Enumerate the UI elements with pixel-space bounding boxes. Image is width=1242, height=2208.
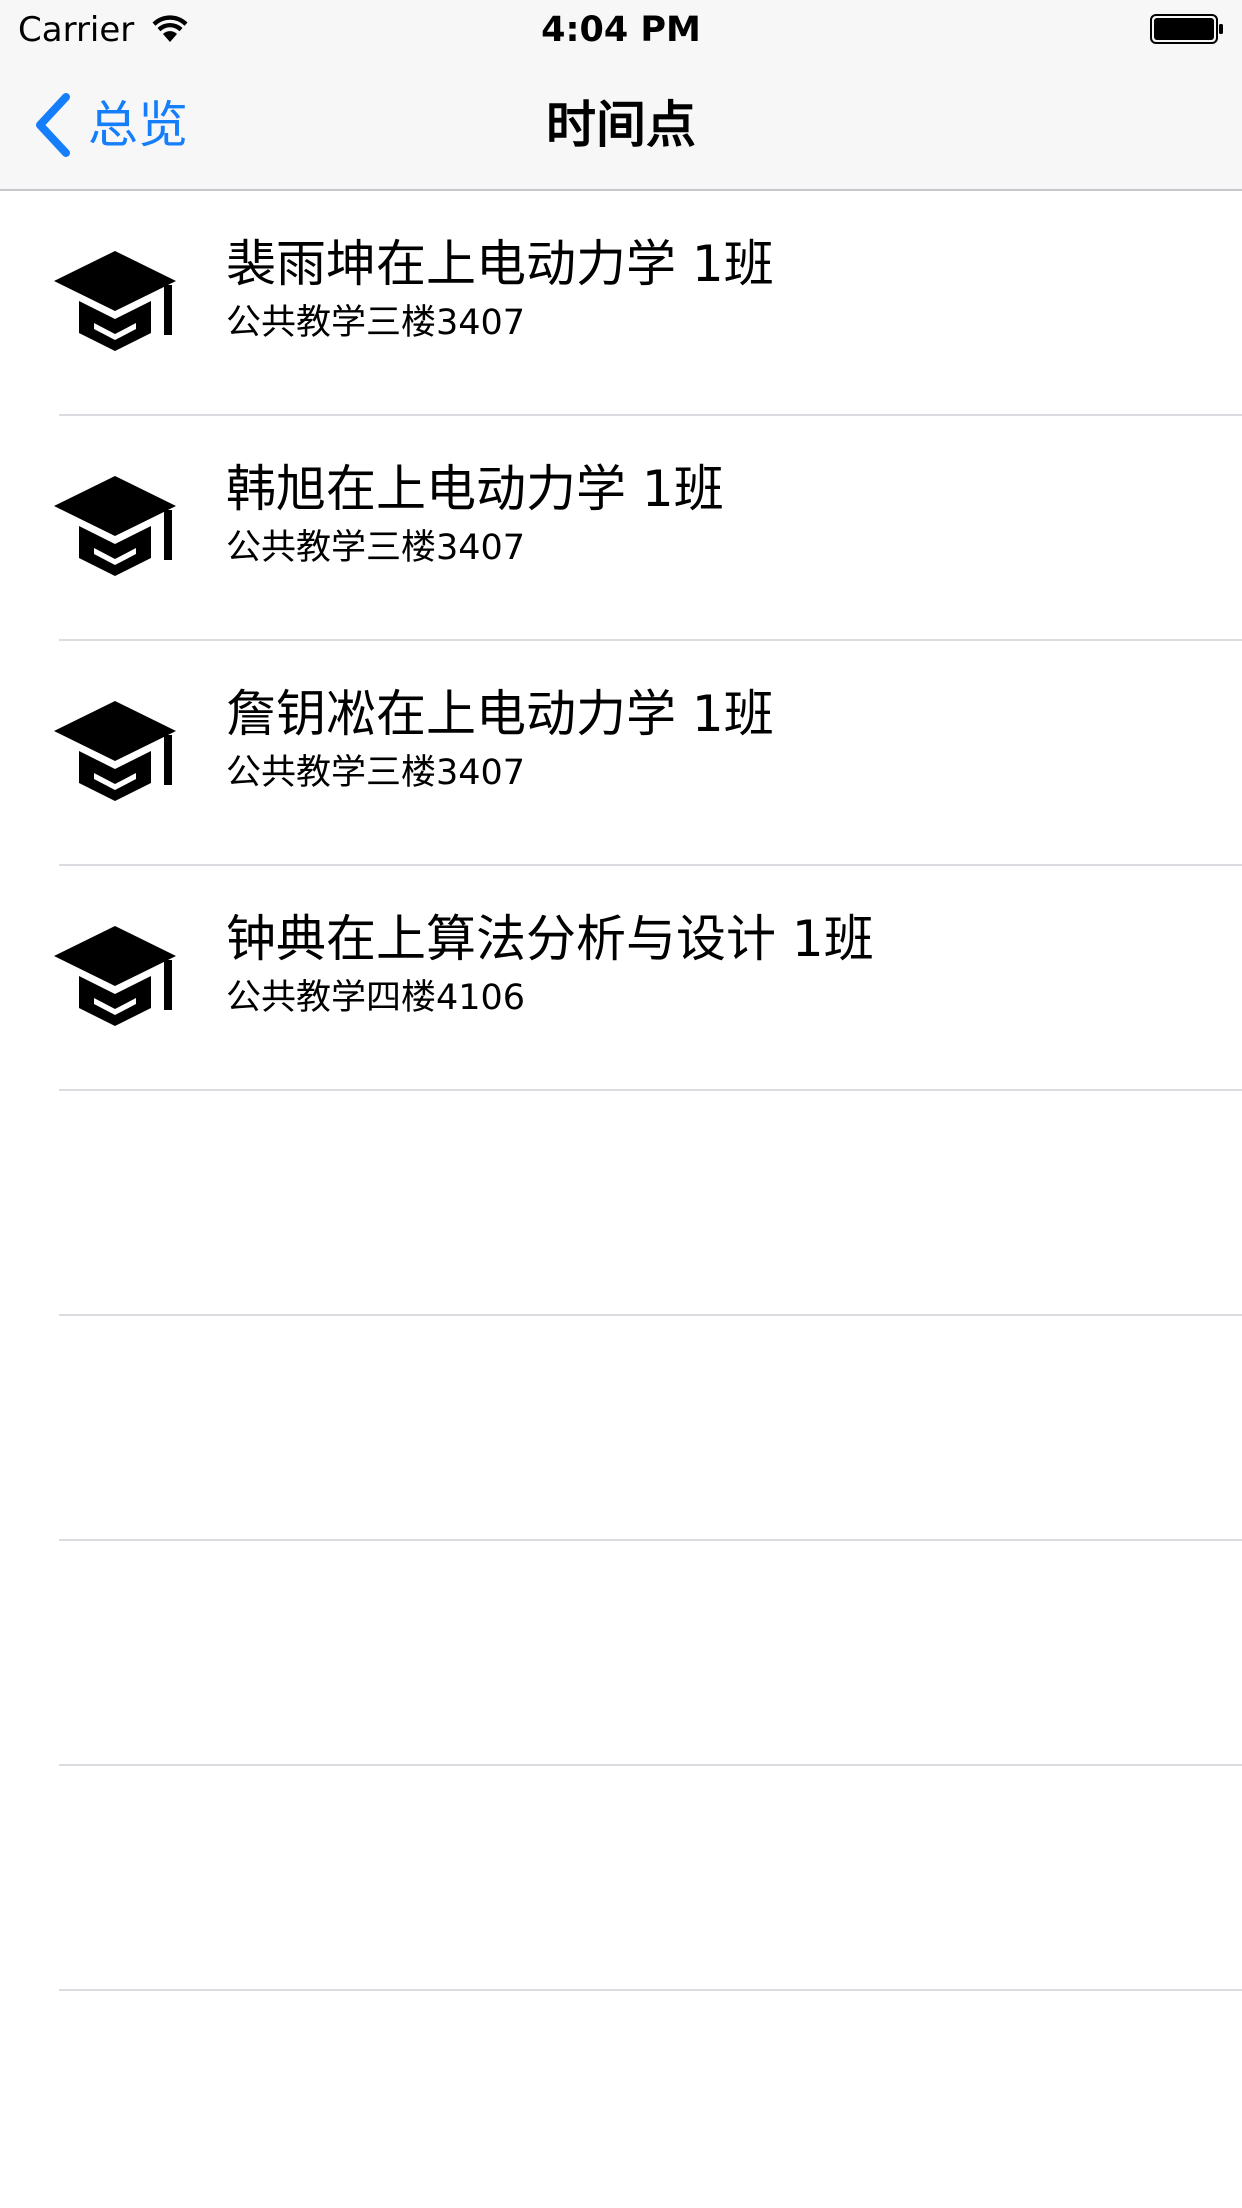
empty-table-row bbox=[0, 1541, 1242, 1766]
empty-table-row bbox=[0, 1091, 1242, 1316]
row-title: 裴雨坤在上电动力学 1班 bbox=[226, 235, 774, 293]
row-separator bbox=[59, 1989, 1242, 1991]
schedule-table: 裴雨坤在上电动力学 1班 公共教学三楼3407 韩旭在上电动力学 1班 公共教学… bbox=[0, 191, 1242, 1991]
table-row[interactable]: 詹钥凇在上电动力学 1班 公共教学三楼3407 bbox=[0, 641, 1242, 866]
table-row[interactable]: 韩旭在上电动力学 1班 公共教学三楼3407 bbox=[0, 416, 1242, 641]
screen: Carrier 4:04 PM 总览 时间点 裴雨坤在上电动力学 1班 公共教学… bbox=[0, 0, 1242, 2208]
graduation-cap-icon bbox=[54, 476, 176, 576]
empty-table-row bbox=[0, 1766, 1242, 1991]
status-bar: Carrier 4:04 PM bbox=[0, 0, 1242, 60]
row-subtitle: 公共教学四楼4106 bbox=[226, 978, 526, 1018]
battery-full-icon bbox=[1150, 14, 1223, 44]
row-subtitle: 公共教学三楼3407 bbox=[226, 303, 526, 343]
empty-table-row bbox=[0, 1316, 1242, 1541]
navigation-bar: 总览 时间点 bbox=[0, 60, 1242, 191]
graduation-cap-icon bbox=[54, 701, 176, 801]
row-title: 韩旭在上电动力学 1班 bbox=[226, 460, 724, 518]
row-subtitle: 公共教学三楼3407 bbox=[226, 753, 526, 793]
table-row[interactable]: 裴雨坤在上电动力学 1班 公共教学三楼3407 bbox=[0, 191, 1242, 416]
row-title: 詹钥凇在上电动力学 1班 bbox=[226, 685, 774, 743]
graduation-cap-icon bbox=[54, 251, 176, 351]
row-subtitle: 公共教学三楼3407 bbox=[226, 528, 526, 568]
top-bar: Carrier 4:04 PM 总览 时间点 bbox=[0, 0, 1242, 191]
status-time: 4:04 PM bbox=[541, 10, 701, 50]
row-title: 钟典在上算法分析与设计 1班 bbox=[226, 910, 874, 968]
page-title: 时间点 bbox=[546, 96, 696, 154]
table-row[interactable]: 钟典在上算法分析与设计 1班 公共教学四楼4106 bbox=[0, 866, 1242, 1091]
graduation-cap-icon bbox=[54, 926, 176, 1026]
